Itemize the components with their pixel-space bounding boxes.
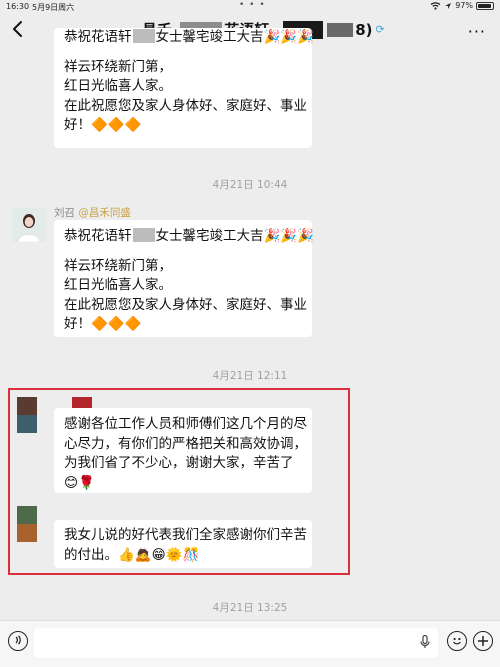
- message-bubble[interactable]: 我女儿说的好代表我们全家感谢你们辛苦 的付出。👍🙇😁🌞🎊: [54, 520, 312, 568]
- message-line: 为我们省了不少心，谢谢大家，辛苦了: [64, 455, 294, 471]
- battery-icon: [476, 1, 494, 10]
- message-line: 红日光临喜人家。: [64, 277, 172, 293]
- message-line: 祥云环绕新门第，: [64, 257, 172, 274]
- message-line: 恭祝花语轩 女士馨宅竣工大吉🎉🎉🎉: [64, 228, 314, 244]
- message-line: 恭祝花语轩 女士馨宅竣工大吉🎉🎉🎉: [64, 29, 314, 45]
- wifi-icon: [430, 2, 441, 10]
- timestamp: 4月21日 10:44: [212, 179, 288, 191]
- more-options-icon[interactable]: ···: [468, 22, 486, 41]
- sync-icon: ⟳: [375, 23, 385, 36]
- message-bubble[interactable]: 感谢各位工作人员和师傅们这几个月的尽 心尽力，有你们的严格把关和高效协调， 为我…: [54, 408, 312, 493]
- message-line: 我女儿说的好代表我们全家感谢你们辛苦: [64, 527, 307, 543]
- add-icon: [478, 635, 488, 646]
- sender-name: 刘召 @昌禾同盛: [54, 207, 131, 219]
- message-line: 好！🔶🔶🔶: [64, 316, 142, 332]
- status-date: 5月9日周六: [32, 3, 75, 12]
- message-line: 在此祝愿您及家人身体好、家庭好、事业: [64, 296, 307, 313]
- input-bar: [0, 620, 500, 667]
- message-line: 红日光临喜人家。: [64, 78, 172, 94]
- avatar[interactable]: [17, 397, 37, 433]
- timestamp: 4月21日 13:25: [212, 602, 288, 614]
- message-line: 在此祝愿您及家人身体好、家庭好、事业: [64, 97, 307, 114]
- message-line: 😊🌹: [64, 474, 95, 491]
- emoji-button[interactable]: [447, 631, 467, 651]
- message-line: 心尽力，有你们的严格把关和高效协调，: [64, 435, 307, 452]
- back-arrow-icon[interactable]: [10, 19, 28, 39]
- voice-mode-button[interactable]: [8, 631, 28, 651]
- redacted-block: [132, 29, 155, 43]
- redacted-block: [132, 228, 155, 242]
- message-input[interactable]: [34, 628, 438, 658]
- message-line: 好！🔶🔶🔶: [64, 117, 142, 133]
- message-bubble[interactable]: 恭祝花语轩 女士馨宅竣工大吉🎉🎉🎉 祥云环绕新门第， 红日光临喜人家。 在此祝愿您…: [54, 28, 314, 148]
- timestamp: 4月21日 12:11: [212, 370, 288, 382]
- battery-percent: 97%: [455, 1, 473, 10]
- status-bar: 16:30 5月9日周六 • • • 97%: [0, 0, 500, 14]
- message-bubble[interactable]: 恭祝花语轩 女士馨宅竣工大吉🎉🎉🎉 祥云环绕新门第， 红日光临喜人家。 在此祝愿您…: [54, 220, 314, 337]
- redacted-block: [327, 22, 354, 37]
- status-time: 16:30: [6, 2, 30, 11]
- plus-icon[interactable]: [473, 631, 493, 651]
- smile-icon: [453, 637, 461, 644]
- message-line: 祥云环绕新门第，: [64, 58, 172, 75]
- avatar[interactable]: [17, 506, 37, 542]
- avatar[interactable]: [12, 208, 46, 242]
- voice-icon: [15, 635, 21, 645]
- microphone-icon[interactable]: [420, 635, 430, 649]
- location-icon: [445, 2, 452, 9]
- person-avatar-icon: [12, 208, 46, 242]
- message-line: 的付出。👍🙇😁🌞🎊: [64, 546, 200, 563]
- status-right: 97%: [430, 1, 494, 10]
- message-line: 感谢各位工作人员和师傅们这几个月的尽: [64, 416, 307, 432]
- multitask-dots[interactable]: • • •: [239, 0, 266, 10]
- member-count: 8): [355, 20, 373, 39]
